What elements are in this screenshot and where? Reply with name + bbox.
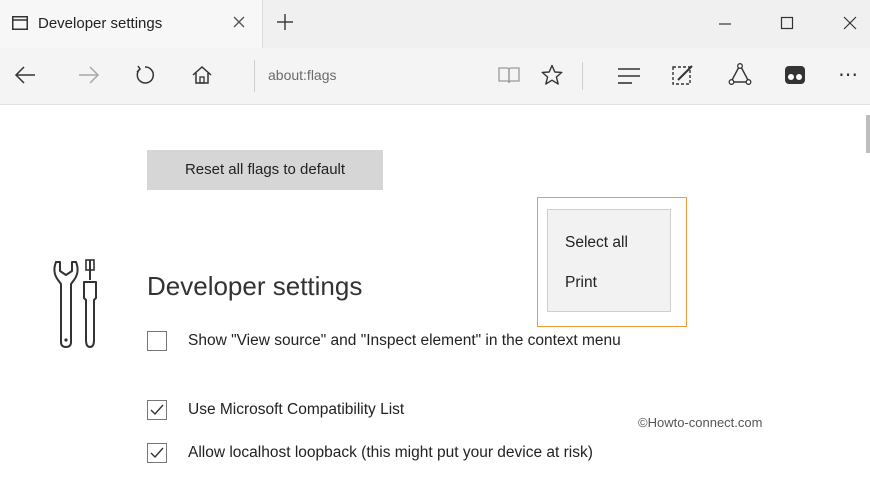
window-close-icon[interactable] — [843, 16, 857, 35]
tab-developer-settings[interactable]: Developer settings — [0, 0, 263, 48]
arrow-right-icon[interactable] — [78, 65, 100, 90]
book-icon[interactable] — [498, 66, 520, 89]
title-bar: Developer settings — [0, 0, 870, 48]
address-separator — [254, 60, 255, 92]
option-label: Show "View source" and "Inspect element"… — [188, 332, 621, 349]
home-icon[interactable] — [191, 64, 213, 91]
star-icon[interactable] — [541, 64, 563, 91]
hub-icon[interactable] — [617, 67, 641, 90]
checkmark-icon — [150, 447, 164, 459]
tab-title: Developer settings — [38, 15, 163, 32]
new-tab-icon[interactable] — [276, 13, 294, 36]
more-icon[interactable]: ⋯ — [838, 62, 858, 87]
checkmark-icon — [150, 404, 164, 416]
tab-page-icon — [12, 16, 28, 35]
extension-icon[interactable] — [784, 65, 806, 90]
refresh-icon[interactable] — [134, 64, 156, 91]
tab-close-icon[interactable] — [232, 15, 246, 34]
option-label: Use Microsoft Compatibility List — [188, 401, 405, 418]
maximize-icon[interactable] — [780, 16, 794, 35]
section-title: Developer settings — [147, 271, 363, 301]
reset-flags-button[interactable]: Reset all flags to default — [147, 150, 383, 190]
page-content: Reset all flags to default Developer set… — [0, 105, 870, 488]
menu-item-select-all[interactable]: Select all — [565, 234, 628, 252]
wrench-screwdriver-icon — [50, 258, 104, 355]
checkbox-unchecked[interactable] — [147, 331, 167, 351]
share-icon[interactable] — [728, 63, 752, 92]
toolbar-separator — [582, 62, 583, 90]
scrollbar-thumb[interactable] — [866, 115, 870, 153]
checkbox-checked[interactable] — [147, 443, 167, 463]
pen-note-icon[interactable] — [671, 63, 695, 92]
navigation-toolbar: about:flags ⋯ — [0, 48, 870, 105]
address-bar[interactable]: about:flags — [268, 67, 337, 83]
watermark: ©Howto-connect.com — [638, 415, 763, 430]
context-menu: Select all Print — [547, 209, 671, 312]
checkbox-checked[interactable] — [147, 400, 167, 420]
minimize-icon[interactable] — [718, 16, 732, 35]
arrow-left-icon[interactable] — [14, 65, 36, 90]
menu-item-print[interactable]: Print — [565, 274, 597, 292]
option-label: Allow localhost loopback (this might put… — [188, 444, 593, 461]
